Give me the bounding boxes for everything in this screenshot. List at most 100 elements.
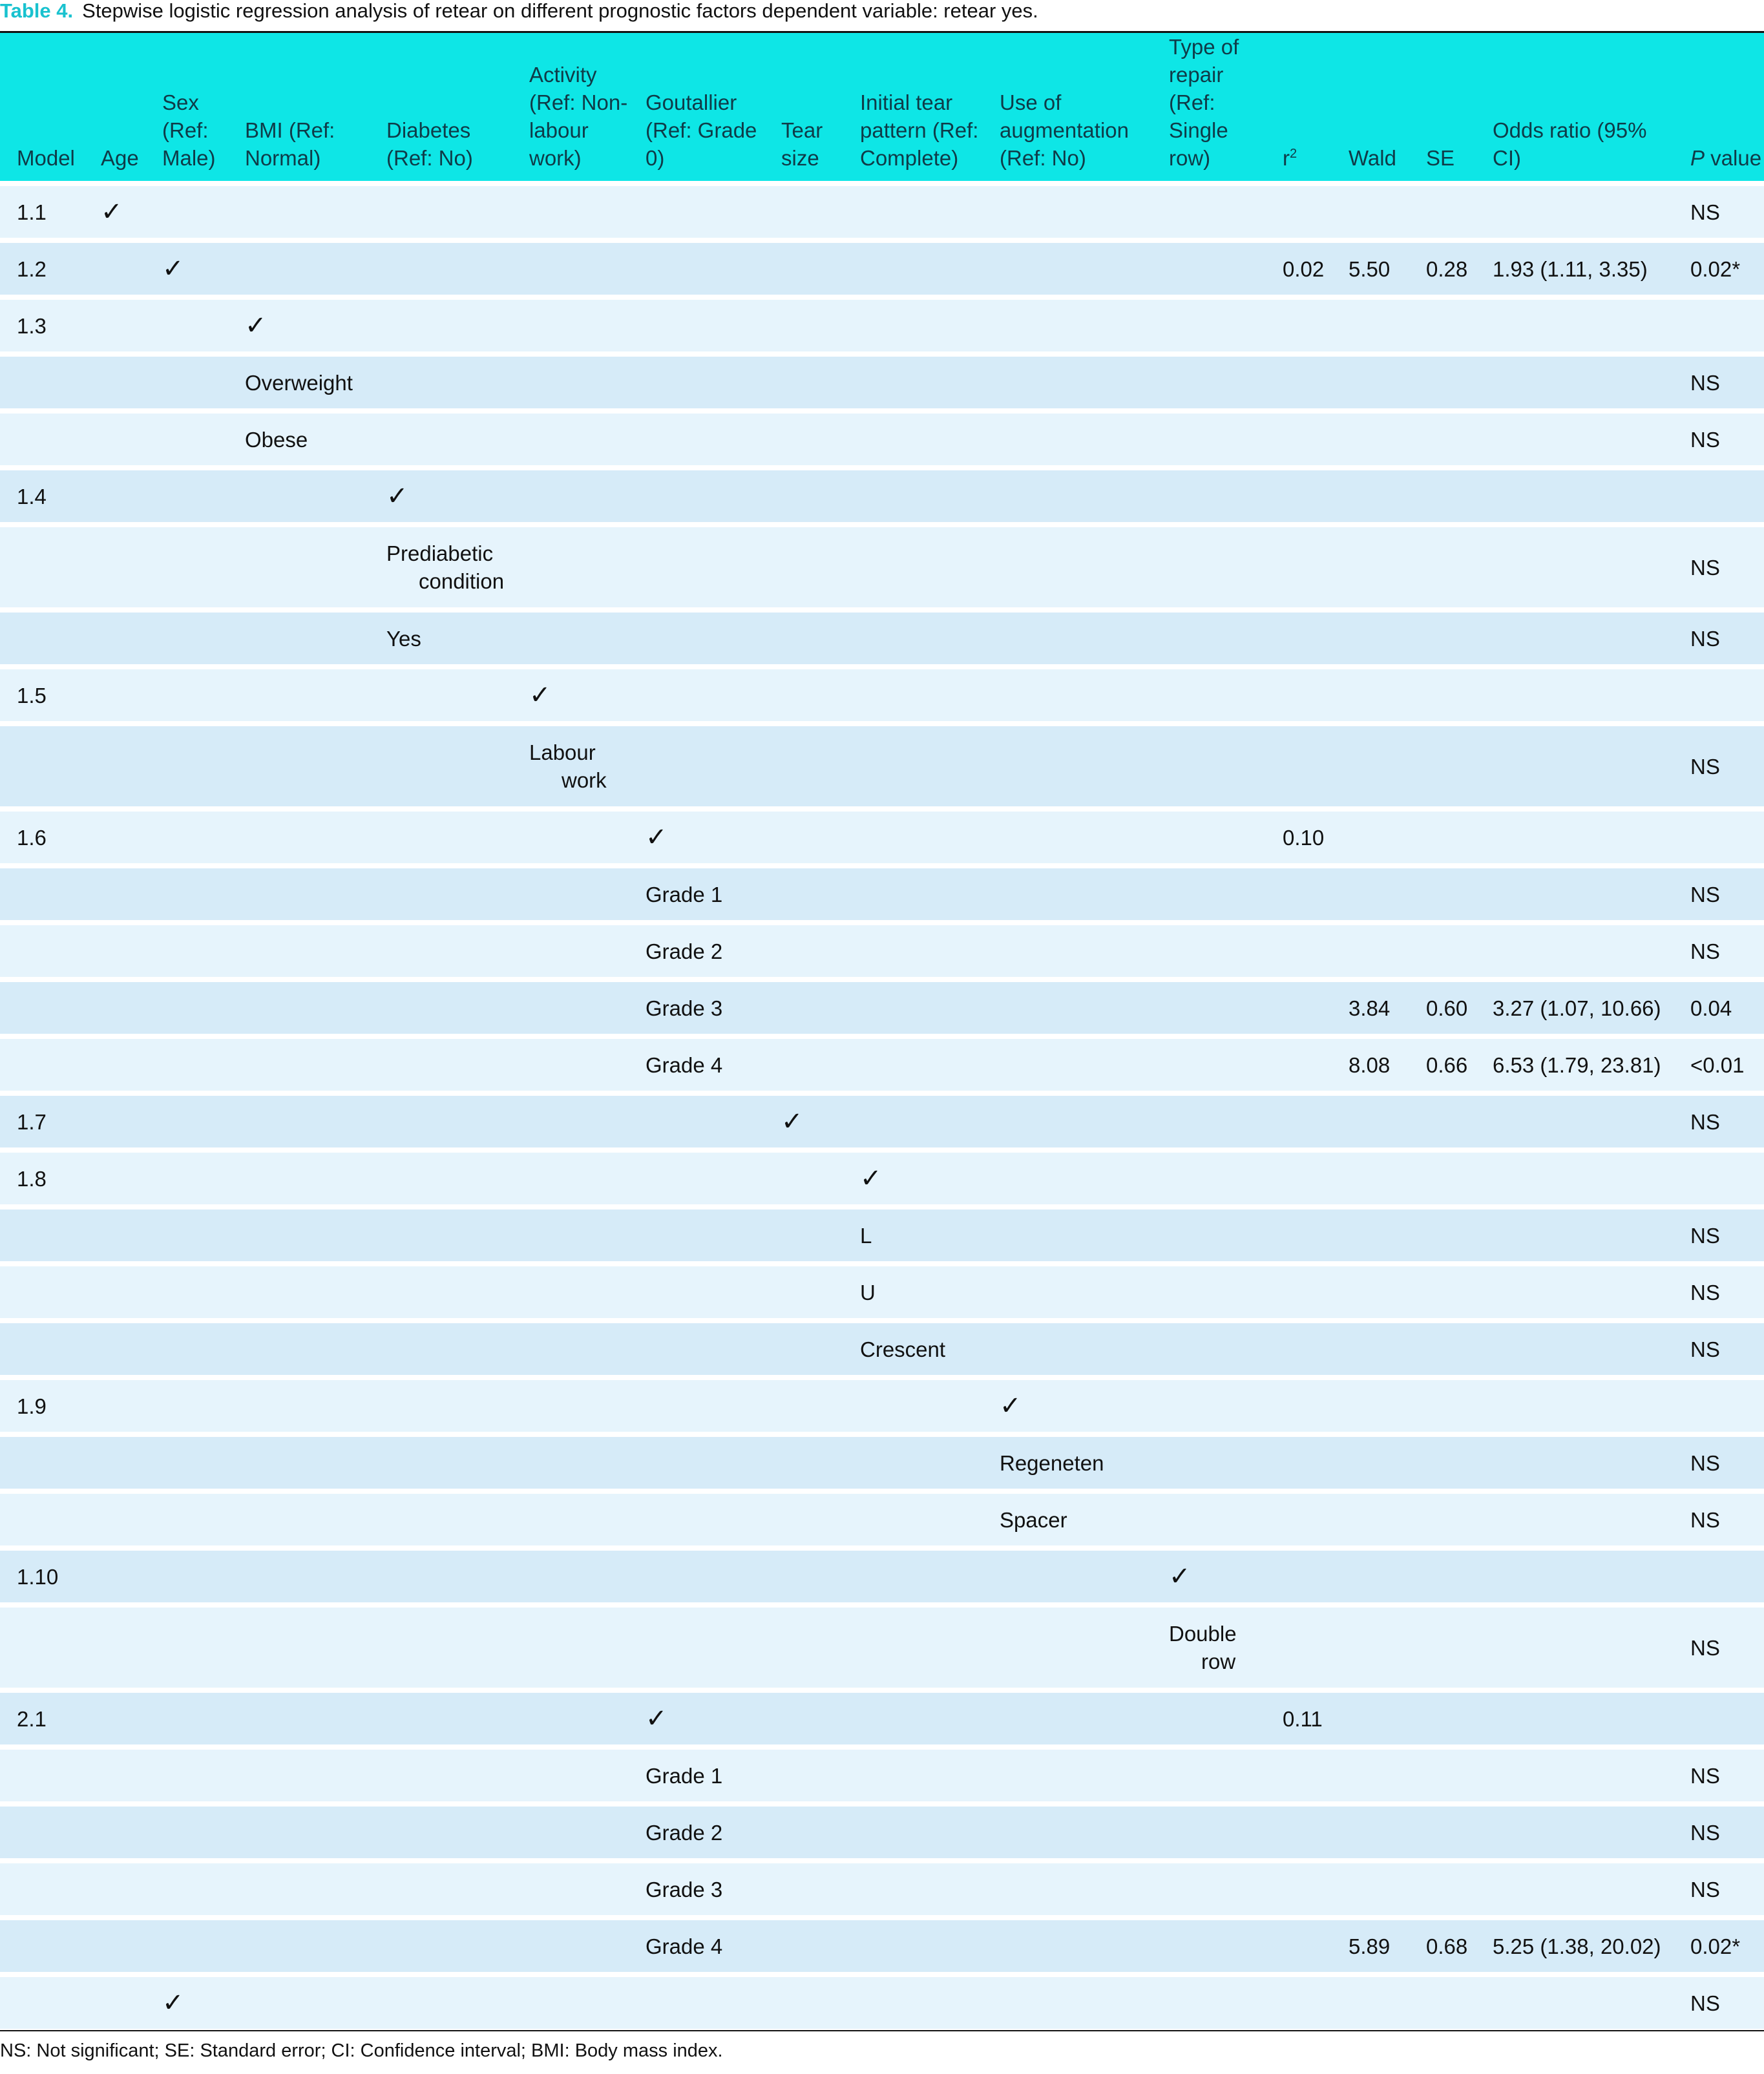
category-label: Grade 1: [629, 868, 764, 920]
cell-goutallier: [629, 300, 764, 351]
cell-sex: [145, 1494, 228, 1545]
cell-se: [1409, 1863, 1476, 1915]
cell-augment: [983, 186, 1152, 238]
cell-model: [0, 1210, 84, 1261]
cell-activity: [512, 812, 629, 863]
table-row: Grade 3 NS: [0, 1863, 1764, 1915]
table-row: ✓ NS: [0, 1977, 1764, 2029]
cell-r2: [1266, 1266, 1332, 1318]
table-row: 1.4 ✓: [0, 470, 1764, 522]
cell-wald: [1332, 1437, 1409, 1489]
cell-or: [1476, 812, 1674, 863]
cell-repair: [1152, 1920, 1266, 1972]
cell-r2: [1266, 186, 1332, 238]
cell-tear: [764, 300, 843, 351]
cell-wald: [1332, 1750, 1409, 1801]
cell-age: [84, 1437, 145, 1489]
cell-sex: [145, 527, 228, 607]
cell-diabetes: [370, 1096, 512, 1147]
cell-or: [1476, 1380, 1674, 1432]
cell-pattern: [843, 1437, 983, 1489]
cell-goutallier: [629, 613, 764, 664]
cell-activity: [512, 1807, 629, 1858]
cell-age: [84, 1750, 145, 1801]
cell-repair: [1152, 300, 1266, 351]
cell-p: [1674, 669, 1764, 721]
cell-model: [0, 868, 84, 920]
cell-se: 0.68: [1409, 1920, 1476, 1972]
cell-repair: [1152, 726, 1266, 806]
check-mark: ✓: [228, 300, 370, 351]
cell-se: [1409, 1323, 1476, 1375]
cell-r2: [1266, 1494, 1332, 1545]
label-line: condition: [419, 569, 505, 593]
check-mark: ✓: [764, 1096, 843, 1147]
cell-age: [84, 1693, 145, 1744]
cell-sex: [145, 186, 228, 238]
cell-r2: [1266, 470, 1332, 522]
table-row: Grade 2 NS: [0, 1807, 1764, 1858]
cell-pattern: [843, 613, 983, 664]
check-mark: ✓: [843, 1153, 983, 1204]
cell-tear: [764, 726, 843, 806]
cell-r2: 0.10: [1266, 812, 1332, 863]
cell-diabetes: [370, 1920, 512, 1972]
cell-augment: [983, 1807, 1152, 1858]
cell-or: [1476, 1153, 1674, 1204]
cell-pattern: [843, 1807, 983, 1858]
cell-p: [1674, 1693, 1764, 1744]
cell-diabetes: [370, 1608, 512, 1688]
cell-goutallier: [629, 527, 764, 607]
cell-sex: [145, 1608, 228, 1688]
cell-age: [84, 1977, 145, 2029]
cell-augment: [983, 1323, 1152, 1375]
cell-augment: [983, 527, 1152, 607]
cell-repair: [1152, 1750, 1266, 1801]
cell-bmi: [228, 1608, 370, 1688]
cell-or: 3.27 (1.07, 10.66): [1476, 982, 1674, 1034]
cell-wald: [1332, 1551, 1409, 1602]
cell-repair: [1152, 1039, 1266, 1091]
cell-age: [84, 527, 145, 607]
cell-pattern: [843, 726, 983, 806]
cell-activity: [512, 613, 629, 664]
cell-p: NS: [1674, 1323, 1764, 1375]
cell-augment: [983, 1608, 1152, 1688]
cell-pattern: [843, 527, 983, 607]
cell-pattern: [843, 300, 983, 351]
cell-se: [1409, 357, 1476, 408]
cell-sex: [145, 925, 228, 977]
cell-wald: [1332, 1977, 1409, 2029]
cell-pattern: [843, 1380, 983, 1432]
cell-diabetes: [370, 1750, 512, 1801]
cell-sex: [145, 613, 228, 664]
category-label: Grade 1: [629, 1750, 764, 1801]
cell-activity: [512, 1551, 629, 1602]
category-label: Prediabetic condition: [370, 527, 512, 607]
cell-r2: [1266, 868, 1332, 920]
cell-tear: [764, 1750, 843, 1801]
cell-repair: [1152, 669, 1266, 721]
cell-tear: [764, 1210, 843, 1261]
cell-tear: [764, 982, 843, 1034]
cell-or: [1476, 925, 1674, 977]
cell-bmi: [228, 243, 370, 295]
cell-p: 0.04: [1674, 982, 1764, 1034]
cell-diabetes: [370, 1210, 512, 1261]
cell-se: [1409, 1608, 1476, 1688]
cell-p: [1674, 1380, 1764, 1432]
cell-pattern: [843, 186, 983, 238]
cell-activity: [512, 1693, 629, 1744]
cell-or: [1476, 1977, 1674, 2029]
category-label: Grade 4: [629, 1039, 764, 1091]
check-mark: ✓: [512, 669, 629, 721]
cell-p: 0.02*: [1674, 243, 1764, 295]
cell-sex: [145, 414, 228, 465]
cell-or: [1476, 1551, 1674, 1602]
cell-p: [1674, 812, 1764, 863]
check-mark: ✓: [983, 1380, 1152, 1432]
table-row: 1.8 ✓: [0, 1153, 1764, 1204]
cell-r2: [1266, 357, 1332, 408]
cell-goutallier: [629, 1437, 764, 1489]
table-row: Spacer NS: [0, 1494, 1764, 1545]
